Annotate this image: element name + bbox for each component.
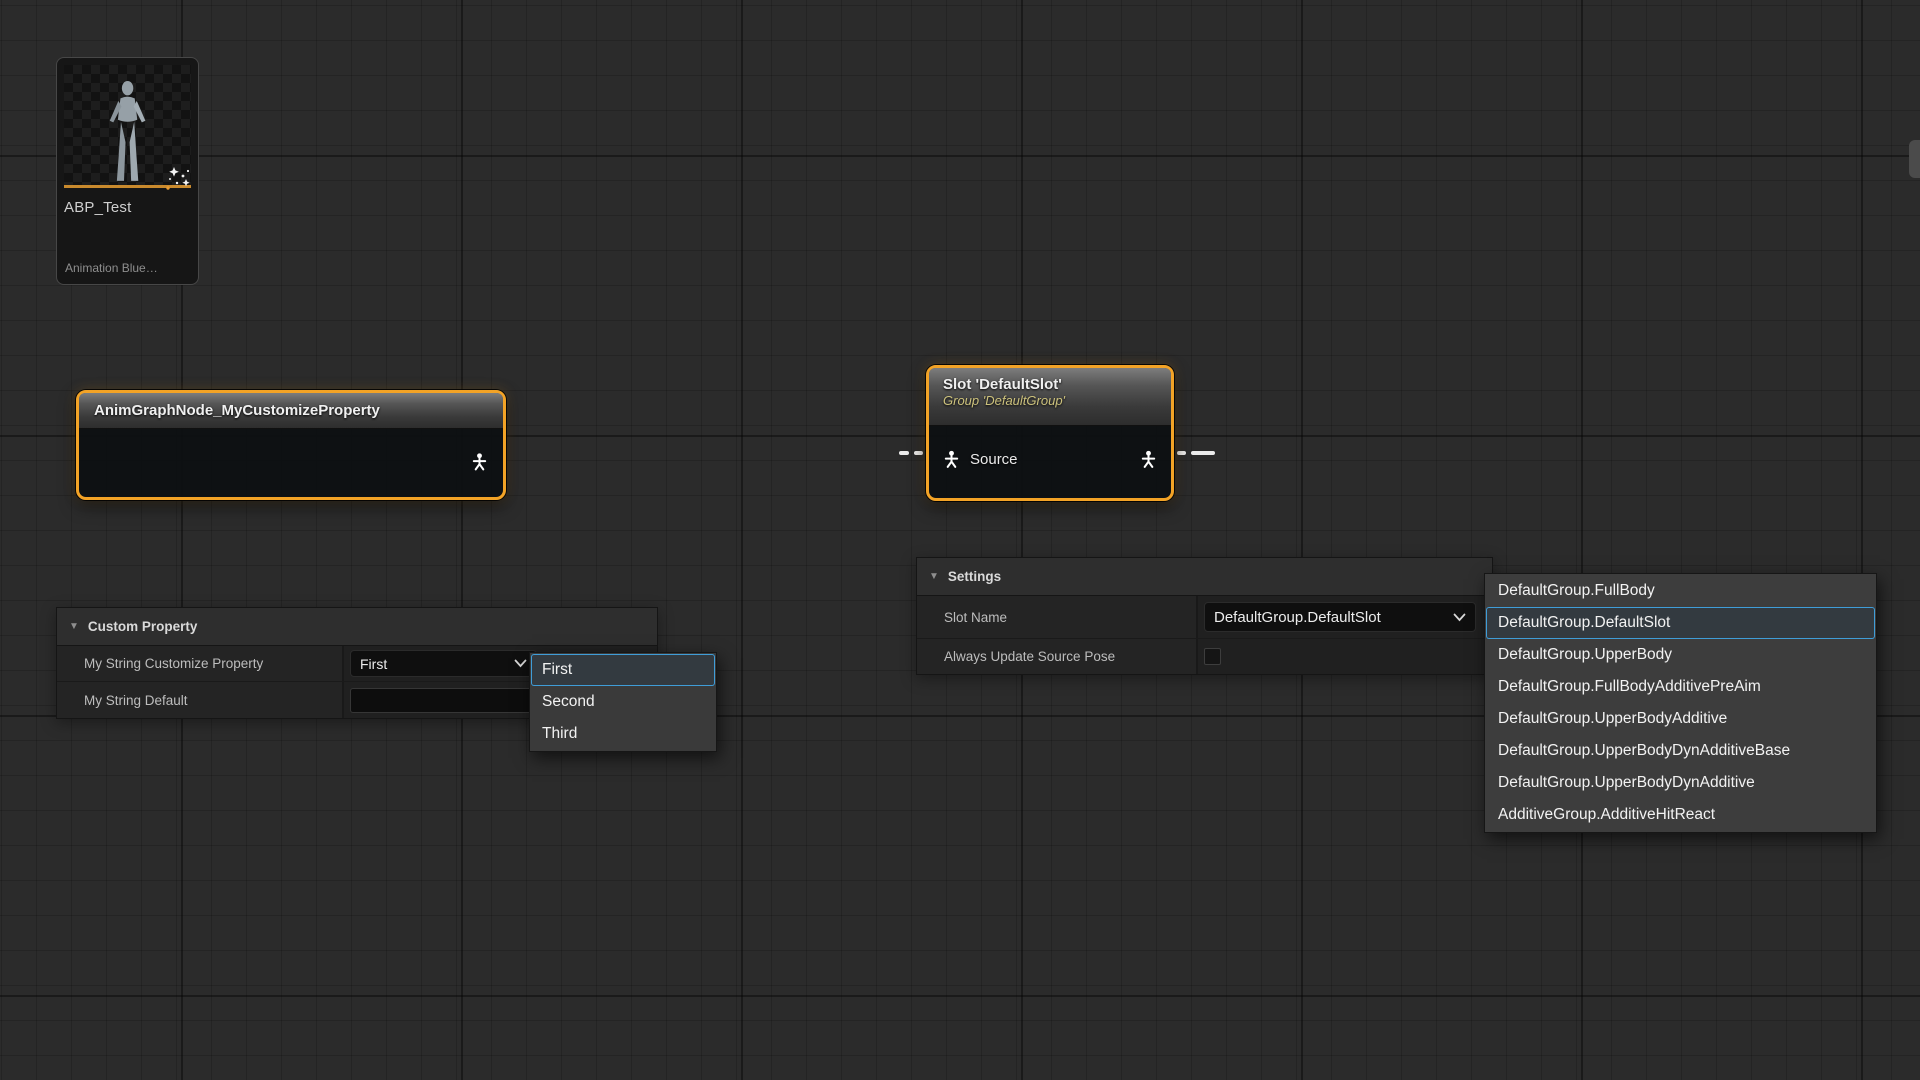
category-header-settings[interactable]: ▼ Settings xyxy=(916,557,1493,596)
string-property-dropdown[interactable]: First xyxy=(350,650,537,677)
property-label: My String Customize Property xyxy=(57,646,344,681)
always-update-source-pose-checkbox[interactable] xyxy=(1204,648,1221,665)
pose-wire-segment xyxy=(914,451,923,455)
dropdown-option[interactable]: DefaultGroup.UpperBodyDynAdditive xyxy=(1486,767,1875,799)
pose-output-pin[interactable] xyxy=(470,452,489,471)
slot-name-dropdown[interactable]: DefaultGroup.DefaultSlot xyxy=(1204,602,1476,632)
my-string-default-input[interactable] xyxy=(350,688,537,713)
dropdown-option[interactable]: DefaultGroup.UpperBody xyxy=(1486,639,1875,671)
blueprint-graph-canvas[interactable] xyxy=(0,0,1920,1080)
pose-output-pin[interactable] xyxy=(1139,450,1158,469)
slot-name-dropdown-menu: DefaultGroup.FullBody DefaultGroup.Defau… xyxy=(1484,573,1877,833)
string-dropdown-menu: First Second Third xyxy=(529,652,717,752)
asset-thumbnail xyxy=(64,65,191,185)
pin-label: Source xyxy=(970,451,1018,468)
dropdown-option[interactable]: Third xyxy=(531,718,715,750)
expander-icon[interactable]: ▼ xyxy=(69,622,79,632)
asset-card[interactable]: ABP_Test Animation Blue… xyxy=(56,57,199,285)
category-label: Custom Property xyxy=(88,619,198,634)
dropdown-option[interactable]: DefaultGroup.FullBodyAdditivePreAim xyxy=(1486,671,1875,703)
node-title: AnimGraphNode_MyCustomizeProperty xyxy=(94,402,380,419)
category-header-custom-property[interactable]: ▼ Custom Property xyxy=(56,607,658,646)
category-label: Settings xyxy=(948,569,1001,584)
property-value: DefaultGroup.DefaultSlot xyxy=(1198,596,1492,638)
dropdown-option[interactable]: AdditiveGroup.AdditiveHitReact xyxy=(1486,799,1875,831)
dropdown-option[interactable]: Second xyxy=(531,686,715,718)
settings-panel: ▼ Settings Slot Name DefaultGroup.Defaul… xyxy=(916,557,1493,675)
node-header[interactable]: AnimGraphNode_MyCustomizeProperty xyxy=(79,393,503,429)
property-label: Always Update Source Pose xyxy=(917,639,1198,674)
dropdown-option[interactable]: First xyxy=(531,654,715,686)
pose-wire-segment xyxy=(899,451,909,455)
custom-property-node[interactable]: AnimGraphNode_MyCustomizeProperty xyxy=(76,390,506,500)
rows: Slot Name DefaultGroup.DefaultSlot Alway… xyxy=(916,596,1493,675)
property-label: Slot Name xyxy=(917,596,1198,638)
dropdown-option[interactable]: DefaultGroup.FullBody xyxy=(1486,575,1875,607)
chevron-down-icon xyxy=(1453,613,1466,622)
node-title: Slot 'DefaultSlot' xyxy=(943,376,1171,393)
property-value xyxy=(1198,639,1492,674)
expander-icon[interactable]: ▼ xyxy=(929,572,939,582)
source-input-pin[interactable] xyxy=(942,450,961,469)
dropdown-option[interactable]: DefaultGroup.UpperBodyAdditive xyxy=(1486,703,1875,735)
node-body xyxy=(79,429,503,494)
person-icon xyxy=(1139,450,1158,469)
person-icon xyxy=(470,452,489,471)
dropdown-value: First xyxy=(360,656,387,672)
particles-icon xyxy=(163,166,195,194)
graph-scrollbar-thumb[interactable] xyxy=(1909,140,1920,178)
dropdown-option[interactable]: DefaultGroup.UpperBodyDynAdditiveBase xyxy=(1486,735,1875,767)
node-header[interactable]: Slot 'DefaultSlot' Group 'DefaultGroup' xyxy=(929,368,1171,426)
property-label: My String Default xyxy=(57,682,344,718)
asset-title: ABP_Test xyxy=(64,199,191,216)
node-body: Source xyxy=(929,426,1171,492)
property-row: Always Update Source Pose xyxy=(917,639,1492,674)
dropdown-option[interactable]: DefaultGroup.DefaultSlot xyxy=(1486,607,1875,639)
asset-type-label: Animation Blue… xyxy=(65,261,158,275)
property-row: Slot Name DefaultGroup.DefaultSlot xyxy=(917,596,1492,639)
slot-node[interactable]: Slot 'DefaultSlot' Group 'DefaultGroup' … xyxy=(926,365,1174,501)
node-subtitle: Group 'DefaultGroup' xyxy=(943,393,1171,408)
pose-wire-segment xyxy=(1191,451,1215,455)
person-icon xyxy=(942,450,961,469)
pose-wire-segment xyxy=(1177,451,1186,455)
dropdown-value: DefaultGroup.DefaultSlot xyxy=(1214,609,1381,626)
chevron-down-icon xyxy=(514,659,527,668)
mannequin-figure xyxy=(97,79,158,185)
